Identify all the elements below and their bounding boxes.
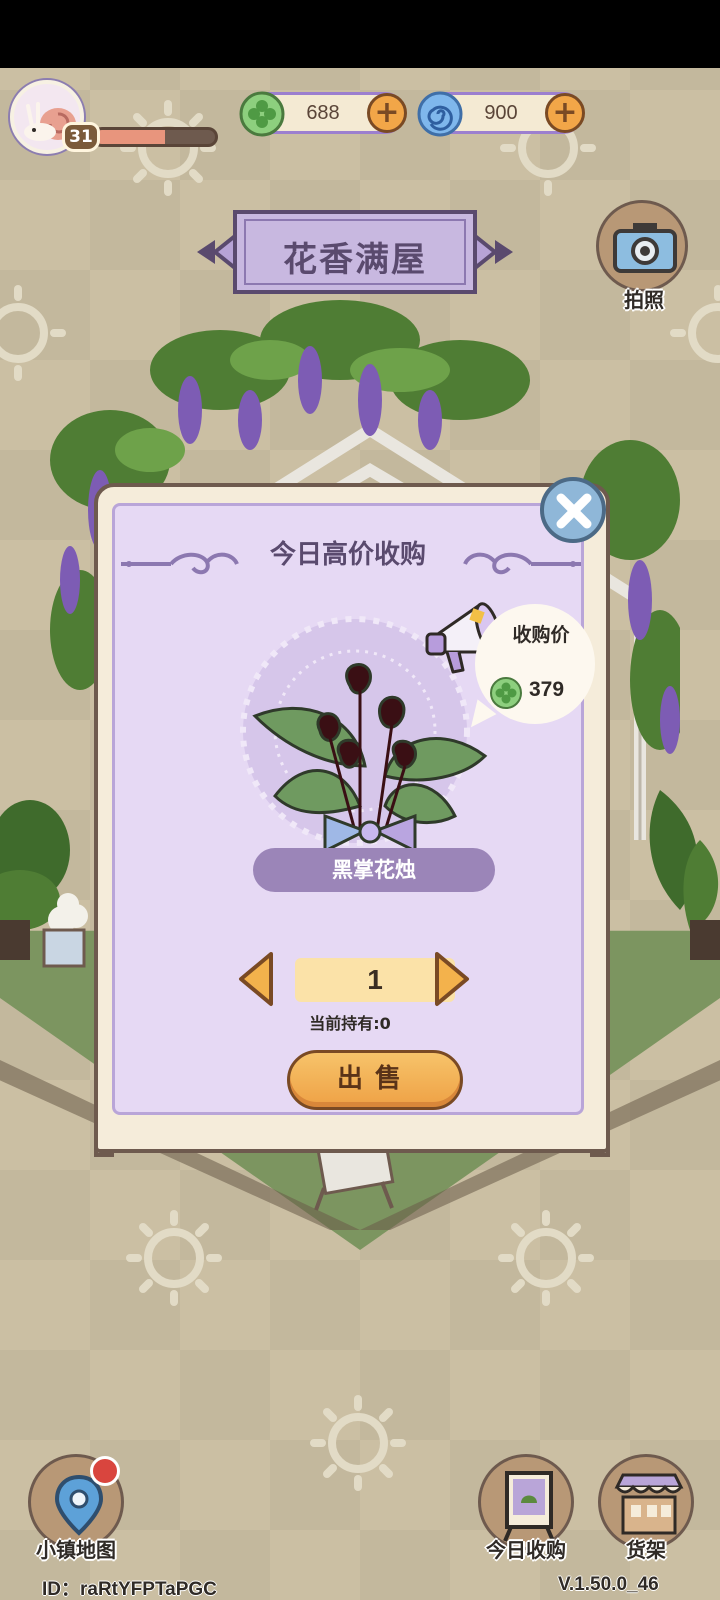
today-purchase-label: 今日收购 [486, 1538, 566, 1562]
decrease-quantity-button[interactable] [237, 950, 275, 1008]
sun-decoration-icon [498, 1210, 594, 1306]
popup-panel: 今日高价收购 收购价 379 黑掌花烛 1 当前持有:0 出售 [112, 503, 595, 1115]
version-text: V.1.50.0_46 [558, 1574, 659, 1595]
current-holding-text: 当前持有:0 [309, 1014, 391, 1033]
camera-icon [613, 223, 677, 273]
photo-label: 拍照 [624, 288, 664, 312]
anthurium-plant-image [252, 663, 488, 854]
xp-progress-fill [95, 130, 165, 144]
clover-currency-counter: 688 + [239, 91, 407, 137]
item-name-label: 黑掌花烛 [253, 848, 495, 892]
shop-title: 花香满屋 [283, 240, 427, 280]
purchase-price-value: 379 [529, 678, 565, 701]
clover-coin-icon [490, 677, 522, 709]
add-gem-button[interactable]: + [545, 93, 585, 133]
status-bar [0, 0, 720, 68]
sun-decoration-icon [120, 100, 216, 196]
banana-plant [649, 790, 720, 960]
purchase-price-label: 收购价 [512, 624, 570, 646]
potted-plant [0, 800, 88, 968]
add-clover-button[interactable]: + [367, 93, 407, 133]
close-button[interactable] [540, 477, 606, 543]
popup-title: 今日高价收购 [269, 540, 426, 570]
shelf-label: 货架 [626, 1538, 666, 1562]
user-id-text: ID：raRtYFPTaPGC [42, 1579, 217, 1600]
increase-quantity-button[interactable] [433, 950, 471, 1008]
shop-title-banner: 花香满屋 [195, 206, 515, 298]
notification-dot [90, 1456, 120, 1486]
photo-button[interactable] [596, 200, 688, 292]
town-map-label: 小镇地图 [36, 1538, 116, 1562]
sun-decoration-icon [126, 1210, 222, 1306]
daily-purchase-popup: 今日高价收购 收购价 379 黑掌花烛 1 当前持有:0 出售 [94, 477, 610, 1157]
xp-progress-bar [92, 127, 218, 147]
gem-currency-counter: 900 + [417, 91, 585, 137]
sell-button[interactable]: 出售 [287, 1050, 463, 1110]
level-badge: 31 [62, 122, 100, 152]
sun-decoration-icon [310, 1395, 406, 1491]
close-icon [556, 493, 592, 529]
quantity-value: 1 [295, 958, 455, 1002]
